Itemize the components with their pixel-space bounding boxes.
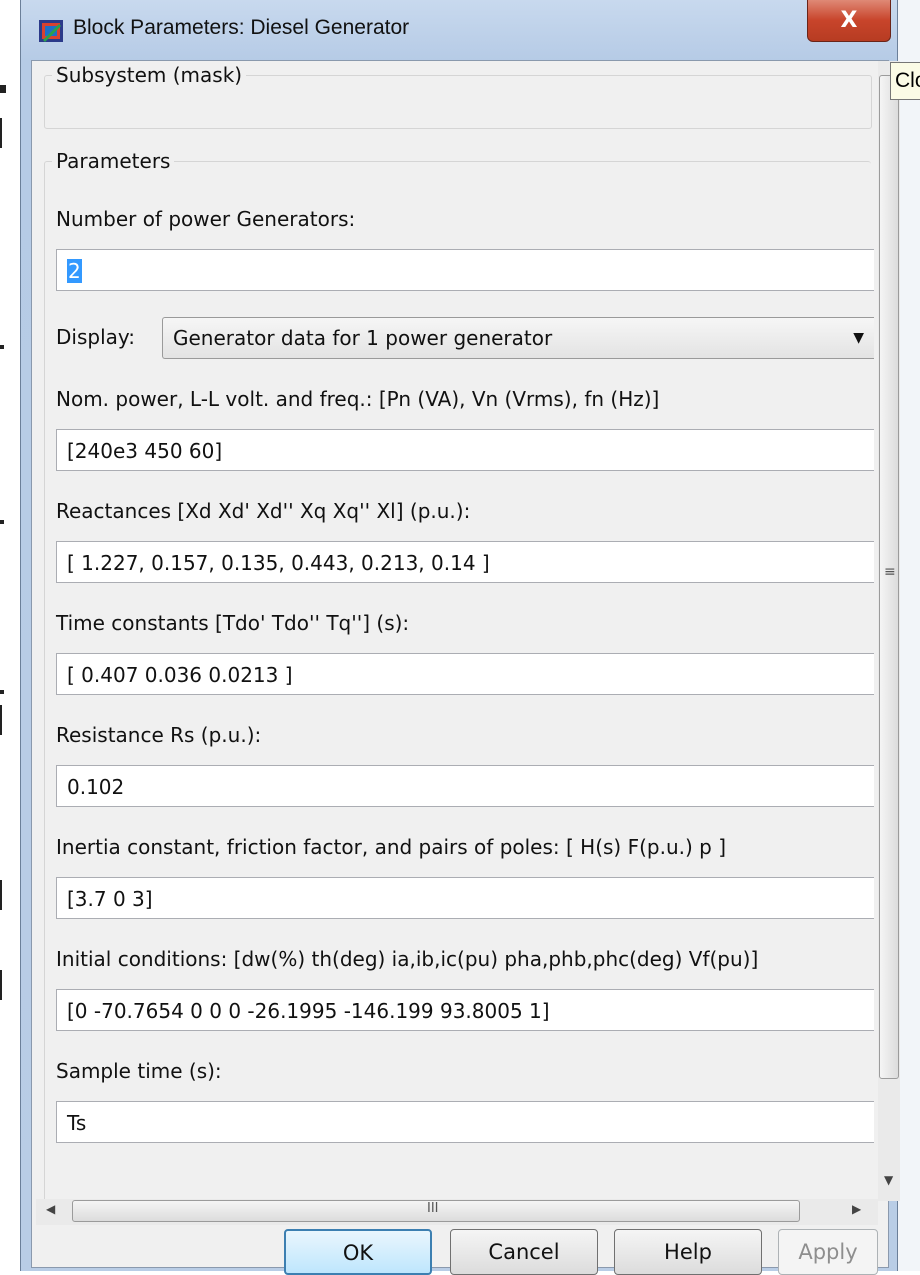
help-button[interactable]: Help — [614, 1229, 762, 1275]
num-generators-input[interactable]: 2 — [56, 249, 874, 291]
background-mark — [0, 970, 2, 1000]
num-generators-value: 2 — [67, 259, 82, 283]
display-value: Generator data for 1 power generator — [173, 326, 553, 350]
background-mark — [0, 345, 4, 349]
vertical-scrollbar[interactable]: ≡ ▼ — [878, 61, 900, 1201]
reactances-label: Reactances [Xd Xd' Xd'' Xq Xq'' Xl] (p.u… — [56, 499, 471, 523]
dropdown-arrow-icon: ▼ — [853, 330, 864, 346]
simulink-block-icon — [39, 20, 63, 42]
vertical-scroll-thumb[interactable]: ≡ — [879, 75, 899, 1079]
nominal-label: Nom. power, L-L volt. and freq.: [Pn (VA… — [56, 387, 660, 411]
horizontal-scrollbar[interactable]: ◀ III ▶ — [36, 1199, 878, 1225]
window-title: Block Parameters: Diesel Generator — [73, 16, 410, 39]
nominal-input[interactable]: [240e3 450 60] — [56, 429, 874, 471]
vertical-grip-icon: ≡ — [884, 564, 896, 580]
initial-conditions-label: Initial conditions: [dw(%) th(deg) ia,ib… — [56, 947, 759, 971]
apply-button[interactable]: Apply — [778, 1229, 878, 1275]
scroll-right-arrow-icon[interactable]: ▶ — [852, 1202, 861, 1216]
display-label: Display: — [56, 325, 136, 349]
title-bar[interactable]: Block Parameters: Diesel Generator X — [21, 0, 897, 60]
initial-conditions-input[interactable]: [0 -70.7654 0 0 0 -26.1995 -146.199 93.8… — [56, 989, 874, 1031]
display-select[interactable]: Generator data for 1 power generator ▼ — [162, 317, 874, 359]
background-left — [0, 0, 20, 1271]
background-mark — [0, 85, 6, 93]
horizontal-scroll-thumb[interactable]: III — [72, 1200, 800, 1222]
sample-time-label: Sample time (s): — [56, 1059, 222, 1083]
resistance-input[interactable]: 0.102 — [56, 765, 874, 807]
scroll-left-arrow-icon[interactable]: ◀ — [46, 1202, 55, 1216]
reactances-input[interactable]: [ 1.227, 0.157, 0.135, 0.443, 0.213, 0.1… — [56, 541, 874, 583]
inertia-input[interactable]: [3.7 0 3] — [56, 877, 874, 919]
background-mark — [0, 705, 2, 735]
inertia-label: Inertia constant, friction factor, and p… — [56, 835, 726, 859]
resistance-label: Resistance Rs (p.u.): — [56, 723, 262, 747]
background-mark — [0, 520, 4, 524]
background-mark — [0, 690, 4, 694]
dialog-content: Subsystem (mask) Parameters Number of po… — [31, 60, 900, 1275]
mask-group-label: Subsystem (mask) — [52, 63, 247, 87]
close-icon: X — [840, 8, 858, 33]
close-tooltip: Close — [890, 62, 920, 100]
scroll-down-arrow-icon[interactable]: ▼ — [884, 1173, 893, 1187]
cancel-button[interactable]: Cancel — [450, 1229, 598, 1275]
time-constants-input[interactable]: [ 0.407 0.036 0.0213 ] — [56, 653, 874, 695]
background-mark — [0, 880, 2, 910]
horizontal-grip-icon: III — [427, 1201, 439, 1216]
num-generators-label: Number of power Generators: — [56, 207, 356, 231]
close-button[interactable]: X — [807, 0, 891, 42]
ok-button[interactable]: OK — [284, 1229, 432, 1275]
dialog-window: Block Parameters: Diesel Generator X Clo… — [20, 0, 920, 1275]
time-constants-label: Time constants [Tdo' Tdo'' Tq''] (s): — [56, 611, 410, 635]
background-mark — [0, 118, 2, 148]
sample-time-input[interactable]: Ts — [56, 1101, 874, 1143]
parameters-group-label: Parameters — [52, 149, 175, 173]
